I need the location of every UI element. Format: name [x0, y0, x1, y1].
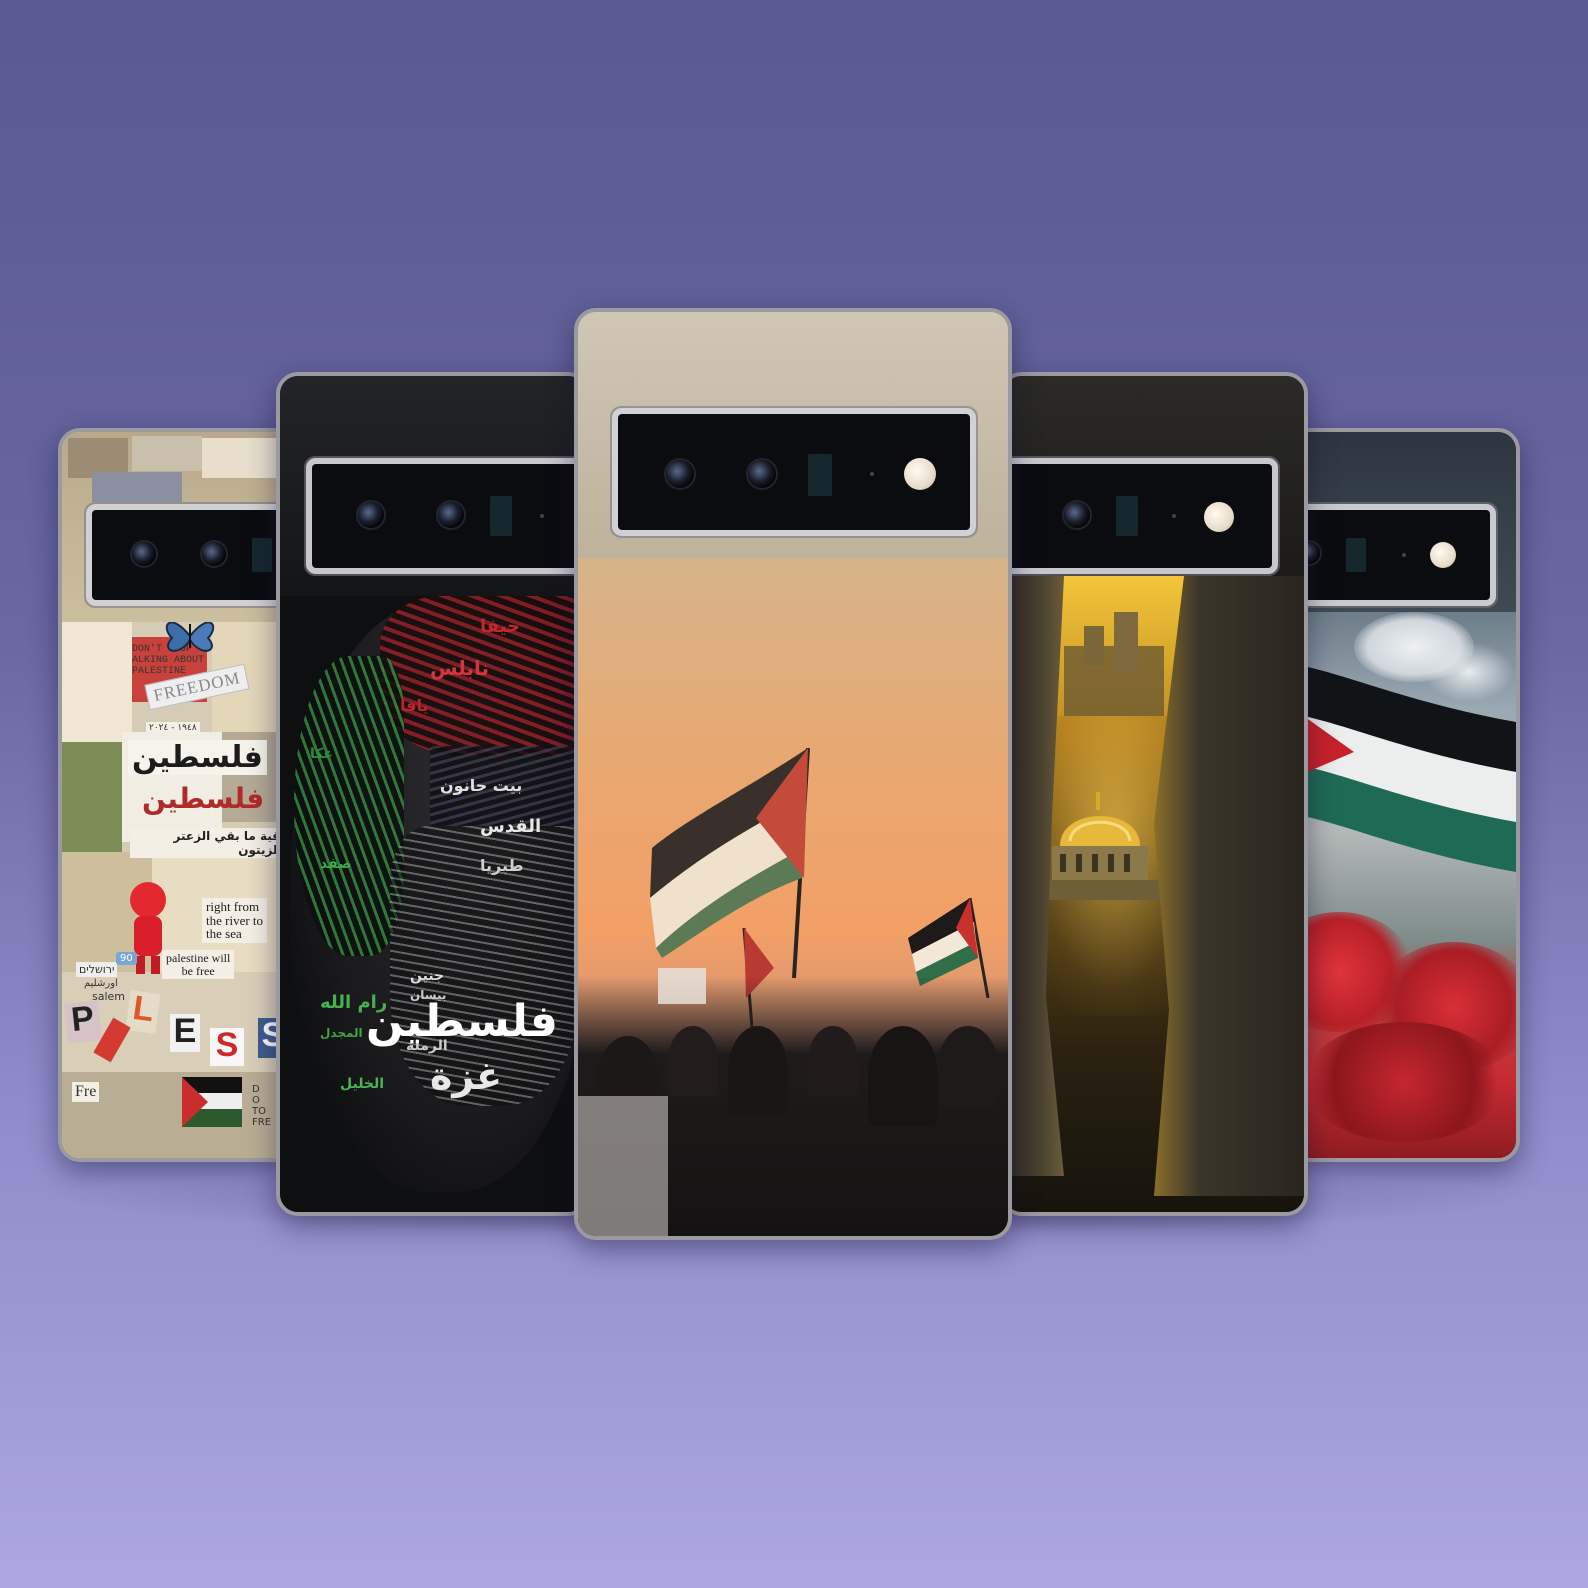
case-art-flag	[1284, 612, 1516, 1158]
phone-case-dome	[1000, 372, 1308, 1216]
camera-sensor	[252, 538, 272, 572]
gaza-word: غزة	[430, 1054, 503, 1098]
camera-lens	[358, 502, 384, 528]
phone-case-protest	[574, 308, 1012, 1240]
camera-bar	[92, 510, 292, 600]
flag-icon	[1284, 662, 1516, 872]
arabic-palestine-1: فلسطين	[128, 740, 267, 775]
arabic-line: باقية ما بقي الزعتر والزيتون	[130, 828, 292, 858]
camera-lens	[438, 502, 464, 528]
ransom-letter-e: E	[170, 1014, 200, 1052]
calligraphy-word: بيت حانون	[440, 776, 523, 795]
palestine-main-word: فلسطين	[366, 996, 558, 1047]
camera-sensor	[1346, 538, 1366, 572]
camera-bar	[1004, 464, 1272, 568]
calligraphy-word: صفد	[320, 856, 352, 872]
camera-lens	[1064, 502, 1090, 528]
camera-flash	[904, 458, 936, 490]
case-art-dome	[1004, 576, 1304, 1212]
hebrew-text-2: اورشليم	[84, 978, 118, 989]
do-to-free: D O TO FRE	[252, 1084, 272, 1128]
camera-lens	[202, 542, 226, 566]
camera-sensor	[490, 496, 512, 536]
case-art-calligraphy: القدس جنين بيسان رام الله الرملة الخليل …	[280, 596, 586, 1212]
ransom-letter-s: S	[210, 1028, 244, 1066]
hebrew-text-1: ירושלים	[76, 962, 118, 977]
calligraphy-word: حيفا	[480, 616, 521, 637]
camera-bar	[618, 414, 970, 530]
calligraphy-word: الخليل	[340, 1076, 385, 1092]
case-art-protest	[578, 558, 1008, 1236]
calligraphy-word: طبريا	[480, 856, 524, 875]
camera-bar	[1284, 510, 1490, 600]
phone-case-calligraphy: القدس جنين بيسان رام الله الرملة الخليل …	[276, 372, 590, 1216]
river-text: right from the river to the sea	[202, 898, 268, 943]
will-be-free-text: palestine will be free	[162, 950, 235, 980]
sign-90: 90	[116, 952, 137, 965]
camera-lens	[132, 542, 156, 566]
phone-case-waving-flag	[1280, 428, 1520, 1162]
camera-flash	[1204, 502, 1234, 532]
butterfly-icon	[165, 622, 215, 652]
calligraphy-word: المجدل	[320, 1026, 363, 1040]
camera-sensor	[808, 454, 832, 496]
camera-lens	[748, 460, 776, 488]
arabic-palestine-2: فلسطين	[142, 782, 265, 815]
arabic-date: ١٩٤٨ - ٢٠٢٤	[146, 722, 200, 734]
calligraphy-word: عكا	[310, 746, 333, 762]
camera-bar	[312, 464, 586, 568]
phone-case-collage: DON'T STOP ALKING ABOUT PALESTINE FREEDO…	[58, 428, 296, 1162]
calligraphy-word: يافا	[400, 696, 429, 715]
ransom-letter-p: P	[64, 999, 102, 1044]
camera-lens	[666, 460, 694, 488]
calligraphy-word: جنين	[410, 968, 445, 984]
camera-flash	[1430, 542, 1456, 568]
case-art-collage: DON'T STOP ALKING ABOUT PALESTINE FREEDO…	[62, 622, 292, 1158]
free-small: Fre	[72, 1082, 100, 1102]
calligraphy-word: القدس	[480, 816, 542, 837]
calligraphy-word: نابلس	[430, 656, 489, 680]
camera-sensor	[1116, 496, 1138, 536]
